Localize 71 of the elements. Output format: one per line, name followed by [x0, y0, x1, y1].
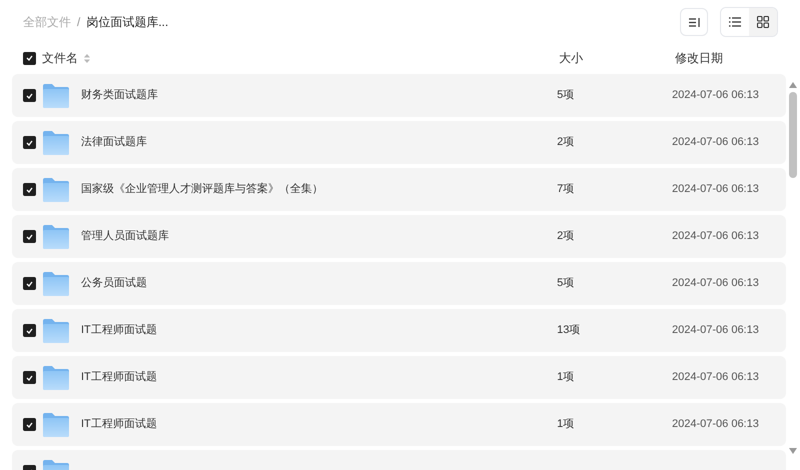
item-count: 2项 [557, 229, 576, 244]
modified-date: 2024-07-06 06:13 [672, 182, 759, 198]
folder-icon [43, 272, 69, 296]
checkmark-icon [26, 55, 33, 61]
modified-date: 2024-07-06 06:13 [672, 276, 759, 292]
checkmark-icon [26, 328, 33, 334]
checkbox[interactable] [23, 230, 36, 243]
folder-icon [43, 318, 69, 342]
file-row[interactable]: IT工程师面试题 1项 2024-07-06 06:13 [12, 356, 786, 399]
item-count: 1项 [557, 370, 576, 386]
file-row[interactable]: 财务类面试题库 5项 2024-07-06 06:13 [12, 74, 786, 117]
checkmark-icon [26, 234, 33, 240]
folder-name[interactable]: 公务员面试题 [81, 275, 147, 292]
folder-icon [43, 130, 69, 154]
sort-button[interactable] [680, 8, 708, 36]
modified-date: 2024-07-06 06:13 [672, 417, 759, 432]
grid-icon [757, 16, 769, 28]
folder-name[interactable]: 财务类面试题库 [81, 87, 158, 104]
folder-icon [43, 412, 69, 436]
modified-date: 2024-07-06 06:13 [672, 370, 759, 386]
modified-date: 2024-07-06 06:13 [672, 229, 759, 244]
folder-icon [43, 224, 69, 248]
checkmark-icon [26, 280, 33, 286]
checkbox[interactable] [23, 324, 36, 337]
modified-date: 2024-07-06 06:13 [672, 88, 759, 104]
checkmark-icon [26, 374, 33, 380]
grid-view-button[interactable] [749, 8, 777, 36]
checkmark-icon [26, 186, 33, 192]
item-count: 7项 [557, 182, 576, 198]
folder-icon [43, 366, 69, 390]
column-header[interactable]: 修改日期 [675, 49, 723, 67]
item-count: 5项 [557, 88, 576, 104]
scroll-up-icon[interactable] [789, 82, 797, 88]
scrollbar-thumb[interactable] [789, 92, 797, 178]
checkbox[interactable] [23, 418, 36, 431]
checkbox[interactable] [23, 277, 36, 290]
file-row[interactable]: 法律面试题库 2项 2024-07-06 06:13 [12, 121, 786, 164]
item-count: 2项 [557, 135, 576, 150]
modified-date: 2024-07-06 06:13 [672, 323, 759, 338]
checkbox[interactable] [23, 371, 36, 384]
breadcrumb-separator: / [77, 14, 80, 31]
checkbox[interactable] [23, 89, 36, 102]
checkbox[interactable] [23, 52, 36, 64]
column-header[interactable]: 大小 [559, 49, 675, 67]
item-count: 13项 [557, 323, 582, 338]
folder-name[interactable]: 法律面试题库 [81, 134, 147, 151]
checkmark-icon [26, 92, 33, 98]
folder-icon [43, 84, 69, 108]
breadcrumb-link[interactable]: 岗位面试题库... [86, 13, 168, 31]
column-header[interactable]: 文件名 [42, 49, 78, 67]
file-row[interactable]: IT工程师面试题 1项 2024-07-06 06:13 [12, 403, 786, 446]
file-row[interactable]: 公务员面试题 5项 2024-07-06 06:13 [12, 262, 786, 305]
file-row[interactable]: 管理人员面试题库 2项 2024-07-06 06:13 [12, 215, 786, 258]
folder-name[interactable]: IT工程师面试题 [81, 322, 157, 339]
folder-name[interactable]: 国家级《企业管理人才测评题库与答案》（全集） [81, 181, 323, 198]
folder-name[interactable]: IT工程师面试题 [81, 416, 157, 433]
checkbox[interactable] [23, 183, 36, 196]
folder-icon [43, 178, 69, 202]
checkbox[interactable] [23, 136, 36, 149]
checkmark-icon [26, 422, 33, 428]
file-row[interactable]: 国家级《企业管理人才测评题库与答案》（全集） 7项 2024-07-06 06:13 [12, 168, 786, 211]
scroll-down-icon[interactable] [789, 448, 797, 454]
item-count: 5项 [557, 276, 576, 292]
item-count: 1项 [557, 417, 576, 432]
file-row[interactable]: IT工程师面试题 13项 2024-07-06 06:13 [12, 309, 786, 352]
folder-name[interactable]: IT工程师面试题 [81, 369, 157, 386]
list-icon [729, 17, 741, 27]
sort-icon [688, 16, 700, 28]
checkmark-icon [26, 140, 33, 146]
folder-name[interactable]: 管理人员面试题库 [81, 228, 169, 245]
modified-date: 2024-07-06 06:13 [672, 135, 759, 150]
